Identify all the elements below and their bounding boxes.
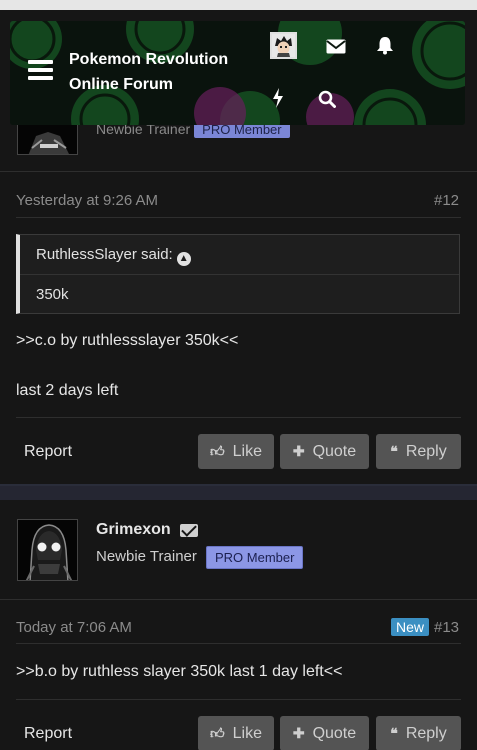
quote-button[interactable]: ✚ Quote [280,434,369,469]
plus-icon: ✚ [292,725,305,741]
divider [16,699,461,700]
divider [0,171,477,172]
post-number[interactable]: #13 [434,619,459,636]
menu-icon[interactable] [28,60,53,80]
divider [16,417,461,418]
divider [16,217,461,218]
message-line: >>b.o by ruthless slayer 350k last 1 day… [16,663,343,680]
like-button[interactable]: 👍︎ Like [198,716,274,750]
plus-icon: ✚ [292,443,305,459]
divider [16,643,461,644]
quote-button[interactable]: ✚ Quote [280,716,369,750]
arrow-up-icon[interactable]: ▲ [176,252,191,266]
post-date[interactable]: Today at 7:06 AM [16,619,132,636]
user-avatar[interactable] [270,32,297,59]
quote-header[interactable]: RuthlessSlayer said: ▲ [20,235,459,275]
bell-icon[interactable] [376,36,394,55]
search-icon[interactable] [318,90,336,108]
pro-member-badge: PRO Member [206,546,304,569]
browser-top-strip [0,0,477,10]
report-link[interactable]: Report [24,443,72,461]
user-title: Newbie Trainer [96,548,197,565]
quote-block: RuthlessSlayer said: ▲ 350k [16,234,460,314]
post-date[interactable]: Yesterday at 9:26 AM [16,192,158,209]
reply-button[interactable]: ❝ Reply [376,434,461,469]
quote-text: 350k [36,286,69,303]
new-badge: New [391,618,430,636]
thumbs-up-icon: 👍︎ [210,725,225,741]
message-line: >>c.o by ruthlessslayer 350k<< [16,332,239,349]
quote-marks-icon: ❝ [390,443,398,459]
forum-title[interactable]: Pokemon Revolution Online Forum [69,47,249,97]
mail-icon[interactable] [326,39,346,54]
message-line: last 2 days left [16,382,119,399]
quote-author: RuthlessSlayer said: [36,246,173,263]
envelope-icon[interactable] [180,524,198,537]
lightning-icon[interactable] [272,88,284,108]
divider [0,599,477,600]
quote-marks-icon: ❝ [390,725,398,741]
post-separator [0,486,477,500]
report-link[interactable]: Report [24,725,72,743]
reply-button[interactable]: ❝ Reply [376,716,461,750]
username[interactable]: Grimexon [96,521,171,539]
post-number[interactable]: #12 [434,192,459,209]
like-button[interactable]: 👍︎ Like [198,434,274,469]
site-header: Pokemon Revolution Online Forum [10,21,465,125]
avatar[interactable] [17,519,78,581]
thumbs-up-icon: 👍︎ [210,443,225,459]
